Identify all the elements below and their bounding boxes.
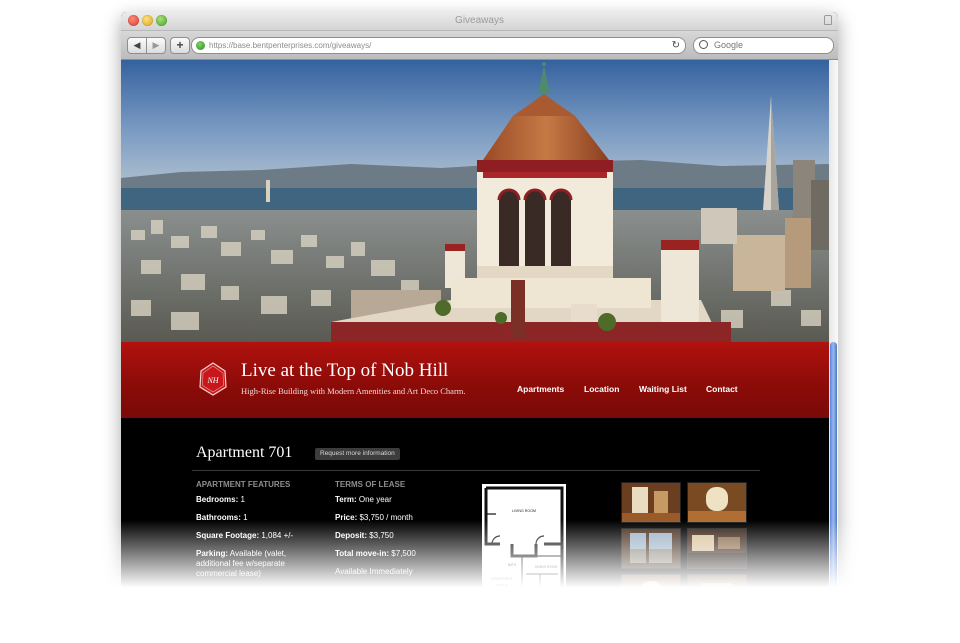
lease-deposit: Deposit: $3,750: [335, 531, 455, 541]
floorplan-sq-ft: 1,084 SF: [496, 593, 509, 597]
feature-value: 1,084 +/-: [259, 531, 294, 540]
search-placeholder: Google: [714, 40, 744, 50]
nav-location[interactable]: Location: [584, 384, 619, 394]
floorplan-living-room: LIVING ROOM: [512, 509, 536, 513]
divider: [192, 470, 760, 471]
lease-value: Available Immediately: [335, 567, 413, 576]
request-info-button[interactable]: Request more information: [315, 448, 400, 460]
vertical-scrollbar[interactable]: [829, 60, 838, 612]
photo-thumbnail[interactable]: [687, 528, 747, 569]
browser-toolbar: ◀ ▶ + https://base.bentpenterprises.com/…: [121, 31, 838, 60]
browser-window: Giveaways ◀ ▶ + https://base.bentpenterp…: [121, 12, 838, 612]
site-title: Live at the Top of Nob Hill: [241, 360, 449, 381]
features-heading: APARTMENT FEATURES: [196, 480, 291, 489]
floorplan-dining-room: DINING ROOM: [535, 565, 557, 569]
url-text: https://base.bentpenterprises.com/giveaw…: [209, 41, 372, 50]
apartment-title: Apartment 701: [196, 444, 293, 461]
floorplan-bath: BATH: [508, 563, 517, 567]
feature-bathrooms: Bathrooms: 1: [196, 513, 316, 523]
forward-button[interactable]: ▶: [146, 37, 166, 54]
nav-waiting-list[interactable]: Waiting List: [639, 384, 687, 394]
logo-monogram: NH: [206, 376, 219, 385]
nav-contact[interactable]: Contact: [706, 384, 738, 394]
lease-value: $3,750: [367, 531, 394, 540]
address-bar[interactable]: https://base.bentpenterprises.com/giveaw…: [191, 37, 686, 54]
lease-value: $3,750 / month: [357, 513, 413, 522]
scroll-thumb[interactable]: [830, 342, 837, 612]
window-title: Giveaways: [455, 15, 504, 26]
photo-thumbnail[interactable]: [621, 528, 681, 569]
floor-plan-drawing: LIVING ROOM BATH DINING ROOM APARTMENT 7…: [484, 486, 564, 608]
site-header-banner: NH Live at the Top of Nob Hill High-Rise…: [121, 342, 829, 418]
site-tagline: High-Rise Building with Modern Amenities…: [241, 386, 466, 396]
photo-thumbnail[interactable]: [687, 574, 747, 612]
nob-hill-logo[interactable]: NH: [198, 361, 228, 397]
lease-term: Term: One year: [335, 495, 455, 505]
feature-value: 1: [238, 495, 245, 504]
feature-label: Square Footage:: [196, 531, 260, 540]
lease-label: Term:: [335, 495, 357, 504]
floorplan-apartment-label: APARTMENT: [491, 577, 514, 581]
lease-value: One year: [356, 495, 392, 504]
lease-label: Price:: [335, 513, 358, 522]
feature-bedrooms: Bedrooms: 1: [196, 495, 316, 505]
reload-icon[interactable]: ↻: [672, 38, 680, 53]
hero-photo: [121, 60, 829, 342]
floorplan-unit: 701: [495, 583, 509, 592]
apartment-details: Apartment 701 Request more information A…: [121, 418, 829, 612]
lease-column: TERMS OF LEASE Term: One year Price: $3,…: [335, 480, 455, 585]
features-column: APARTMENT FEATURES Bedrooms: 1 Bathrooms…: [196, 480, 316, 587]
back-button[interactable]: ◀: [127, 37, 147, 54]
hero-image: [121, 60, 829, 342]
lock-icon: [824, 15, 832, 25]
search-icon: [699, 40, 708, 49]
feature-value: 1: [240, 513, 248, 522]
search-field[interactable]: Google: [693, 37, 834, 54]
lease-value: $7,500: [389, 549, 416, 558]
site-icon: [196, 41, 205, 50]
lease-label: Total move-in:: [335, 549, 390, 558]
floor-plan[interactable]: LIVING ROOM BATH DINING ROOM APARTMENT 7…: [482, 484, 566, 610]
add-bookmark-button[interactable]: +: [170, 37, 190, 54]
photo-thumbnail[interactable]: [621, 574, 681, 612]
lease-price: Price: $3,750 / month: [335, 513, 455, 523]
nav-apartments[interactable]: Apartments: [517, 384, 564, 394]
feature-parking: Parking: Available (valet, additional fe…: [196, 549, 316, 579]
lease-label: Deposit:: [335, 531, 367, 540]
photo-thumbnail[interactable]: [621, 482, 681, 523]
feature-square-footage: Square Footage: 1,084 +/-: [196, 531, 316, 541]
lease-availability: Available Immediately: [335, 567, 455, 577]
lease-total-move-in: Total move-in: $7,500: [335, 549, 455, 559]
feature-label: Bedrooms:: [196, 495, 239, 504]
web-page: NH Live at the Top of Nob Hill High-Rise…: [121, 60, 829, 612]
feature-label: Parking:: [196, 549, 229, 558]
lease-heading: TERMS OF LEASE: [335, 480, 406, 489]
feature-label: Bathrooms:: [196, 513, 241, 522]
photo-thumbnail[interactable]: [687, 482, 747, 523]
title-bar: Giveaways: [121, 12, 838, 31]
